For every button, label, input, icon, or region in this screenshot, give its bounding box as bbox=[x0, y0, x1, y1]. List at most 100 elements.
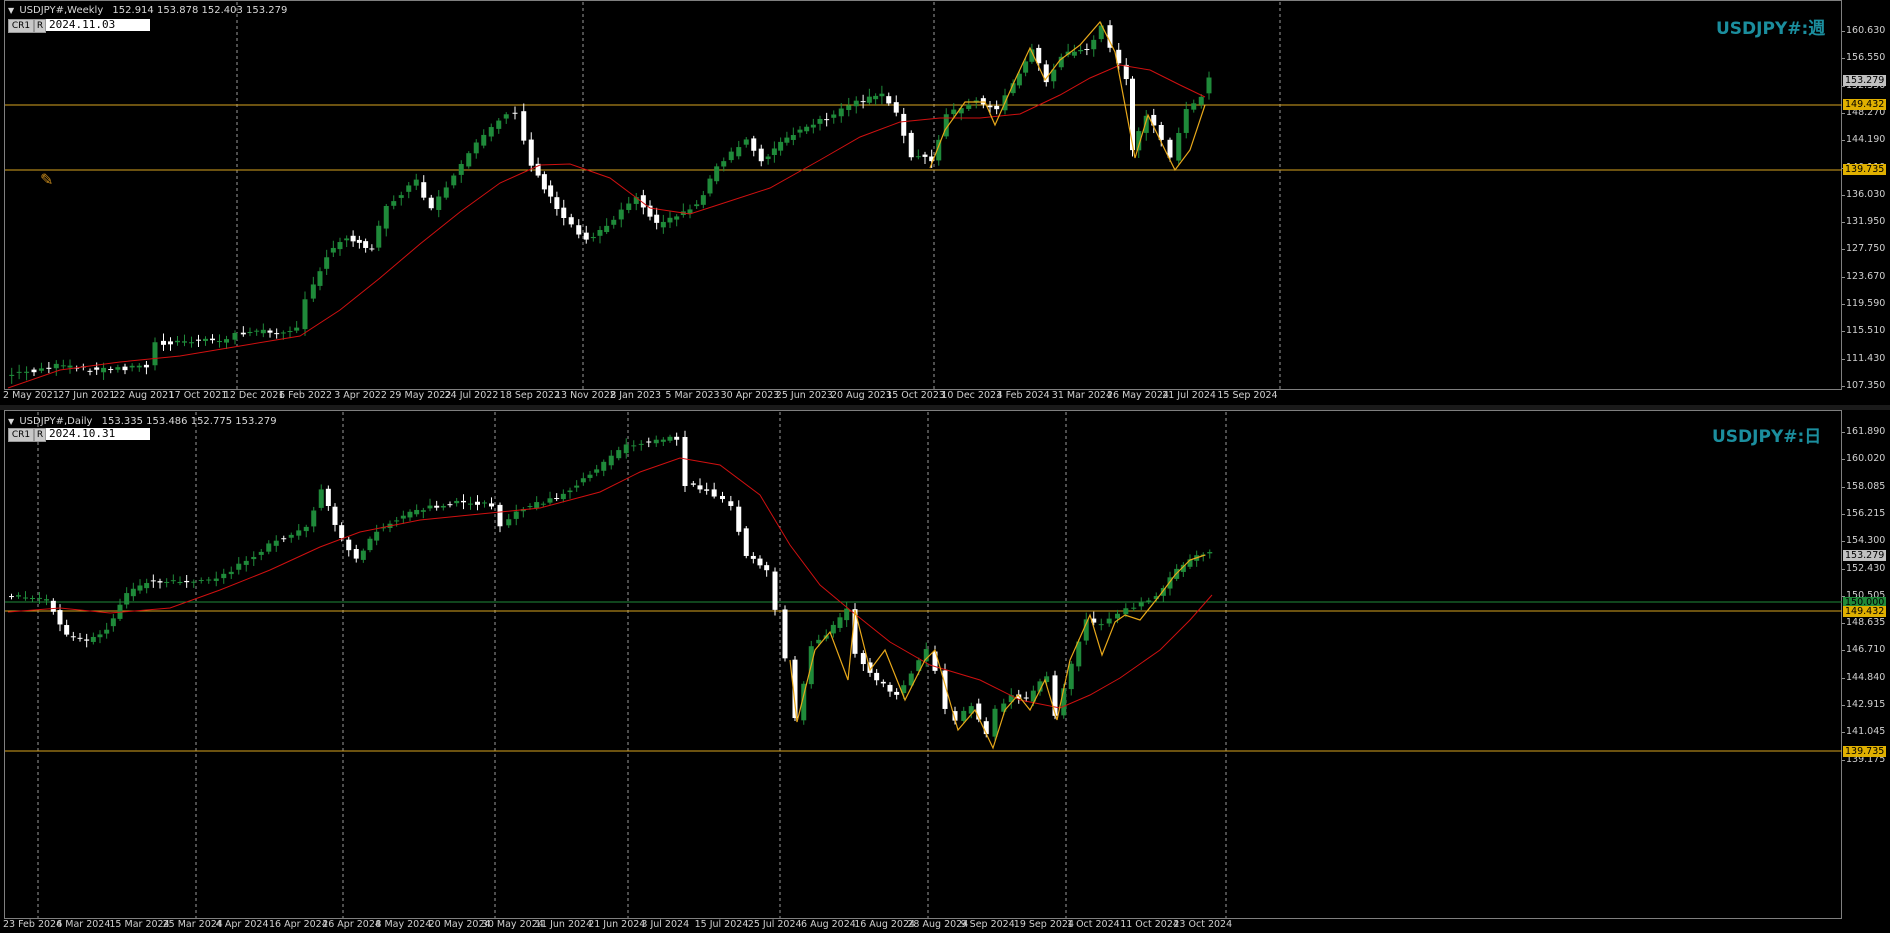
bullish-candle bbox=[838, 108, 844, 117]
bearish-candle bbox=[750, 555, 756, 559]
bullish-candle bbox=[144, 583, 150, 589]
price-tick-mark bbox=[1842, 432, 1845, 433]
bearish-candle bbox=[568, 217, 574, 225]
bullish-candle bbox=[440, 505, 446, 508]
weekly-r-button[interactable]: R bbox=[34, 19, 46, 33]
bearish-candle bbox=[210, 338, 215, 341]
dropdown-triangle-icon[interactable]: ▼ bbox=[8, 6, 14, 15]
daily-price-axis[interactable]: 161.890 160.020 158.085 156.215 154.300 152.4… bbox=[1842, 410, 1890, 920]
bearish-candle bbox=[583, 232, 589, 240]
bullish-candle bbox=[101, 367, 107, 373]
bullish-candle bbox=[443, 187, 449, 198]
bullish-candle bbox=[310, 284, 316, 299]
bullish-candle bbox=[707, 178, 713, 194]
weekly-cr-button[interactable]: CR1 bbox=[8, 19, 34, 33]
weekly-chart-canvas[interactable] bbox=[0, 0, 1890, 405]
bearish-candle bbox=[736, 506, 742, 532]
weekly-chart-pane[interactable]: ▼ USDJPY#,Weekly 152.914 153.878 152.403… bbox=[0, 0, 1890, 405]
bearish-candle bbox=[57, 610, 63, 625]
bullish-candle bbox=[601, 461, 607, 471]
bullish-candle bbox=[451, 175, 457, 186]
time-tick-label: 20 Aug 2023 bbox=[831, 390, 892, 401]
weekly-price-axis[interactable]: 160.630156.550152.350148.270144.190140.1… bbox=[1842, 0, 1890, 392]
weekly-ohlc: 152.914 153.878 152.403 153.279 bbox=[112, 5, 288, 16]
bullish-candle bbox=[879, 93, 885, 97]
daily-hline-1-price-box: 149.432 bbox=[1843, 606, 1887, 617]
time-tick-label: 25 Jul 2024 bbox=[747, 919, 802, 930]
bearish-candle bbox=[751, 138, 757, 151]
price-tick-mark bbox=[1842, 705, 1845, 706]
bearish-candle bbox=[1052, 675, 1058, 716]
weekly-symbol-label: USDJPY#:週 bbox=[1716, 19, 1826, 39]
bullish-candle bbox=[466, 153, 472, 167]
daily-date-input[interactable]: 2024.10.31 00:00 bbox=[46, 428, 150, 452]
price-tick-label: 148.635 bbox=[1846, 617, 1886, 629]
bullish-candle bbox=[631, 445, 637, 447]
bearish-candle bbox=[70, 636, 76, 638]
bearish-candle bbox=[743, 528, 749, 556]
bearish-candle bbox=[757, 558, 763, 566]
pencil-tool-icon[interactable]: ✎ bbox=[40, 170, 53, 189]
bearish-candle bbox=[369, 248, 375, 250]
bullish-candle bbox=[830, 624, 836, 634]
bearish-candle bbox=[421, 182, 427, 198]
daily-time-axis[interactable]: 23 Feb 2024 6 Mar 2024 15 Mar 2024 25 Mar 2… bbox=[0, 919, 1842, 933]
time-tick-label: 3 Jul 2024 bbox=[641, 919, 690, 930]
bullish-candle bbox=[784, 137, 790, 143]
bullish-candle bbox=[618, 209, 624, 220]
bullish-candle bbox=[273, 540, 279, 546]
daily-cr-button[interactable]: CR1 bbox=[8, 428, 34, 442]
bullish-candle bbox=[1143, 115, 1149, 133]
price-tick-label: 156.550 bbox=[1846, 52, 1886, 64]
bullish-candle bbox=[53, 363, 59, 369]
bullish-candle bbox=[16, 595, 21, 597]
price-tick-label: 142.915 bbox=[1846, 699, 1886, 710]
bullish-candle bbox=[367, 538, 373, 551]
bullish-candle bbox=[844, 608, 850, 621]
daily-chart-pane[interactable]: ▼ USDJPY#,Daily 153.335 153.486 152.775 … bbox=[0, 410, 1890, 933]
bearish-candle bbox=[196, 339, 201, 341]
bearish-candle bbox=[46, 367, 52, 369]
daily-r-button[interactable]: R bbox=[34, 428, 46, 442]
bearish-candle bbox=[893, 102, 899, 113]
bearish-candle bbox=[554, 197, 560, 210]
weekly-date-input[interactable]: 2024.11.03 00:00 bbox=[46, 19, 150, 43]
bearish-candle bbox=[690, 483, 696, 485]
bearish-candle bbox=[654, 214, 660, 223]
time-tick-label: 21 Jun 2024 bbox=[588, 919, 646, 930]
time-tick-label: 15 Jul 2024 bbox=[694, 919, 749, 930]
bearish-candle bbox=[77, 637, 83, 639]
price-tick-label: 136.030 bbox=[1846, 188, 1886, 200]
weekly-time-axis[interactable]: 2 May 2021 27 Jun 2021 22 Aug 2021 17 Oct 2… bbox=[0, 390, 1842, 404]
price-tick-mark bbox=[1842, 650, 1845, 652]
candlesticks bbox=[9, 430, 1213, 741]
bearish-candle bbox=[554, 498, 560, 500]
bullish-candle bbox=[1091, 39, 1097, 50]
bullish-candle bbox=[296, 530, 302, 536]
bearish-candle bbox=[489, 503, 494, 507]
bullish-candle bbox=[247, 332, 253, 334]
bearish-candle bbox=[704, 489, 710, 491]
bearish-candle bbox=[711, 489, 717, 497]
dropdown-triangle-icon[interactable]: ▼ bbox=[8, 417, 14, 426]
bearish-candle bbox=[682, 436, 688, 487]
bullish-candle bbox=[721, 161, 727, 167]
bearish-candle bbox=[824, 119, 830, 121]
bullish-candle bbox=[189, 342, 194, 344]
time-tick-label: 15 Oct 2023 bbox=[886, 390, 945, 401]
time-tick-label: 6 Mar 2024 bbox=[56, 919, 111, 930]
daily-chart-canvas[interactable] bbox=[0, 410, 1890, 933]
bearish-candle bbox=[332, 506, 338, 525]
bullish-candle bbox=[590, 236, 596, 239]
time-tick-label: 4 Feb 2024 bbox=[996, 390, 1050, 401]
bullish-candle bbox=[232, 332, 238, 340]
bullish-candle bbox=[1061, 688, 1067, 716]
bearish-candle bbox=[674, 436, 680, 440]
bullish-candle bbox=[137, 585, 143, 591]
bullish-candle bbox=[90, 636, 96, 642]
price-tick-mark bbox=[1842, 732, 1845, 734]
bearish-candle bbox=[122, 366, 128, 371]
bullish-candle bbox=[394, 520, 400, 522]
bullish-candle bbox=[831, 114, 837, 118]
bullish-candle bbox=[638, 443, 644, 445]
